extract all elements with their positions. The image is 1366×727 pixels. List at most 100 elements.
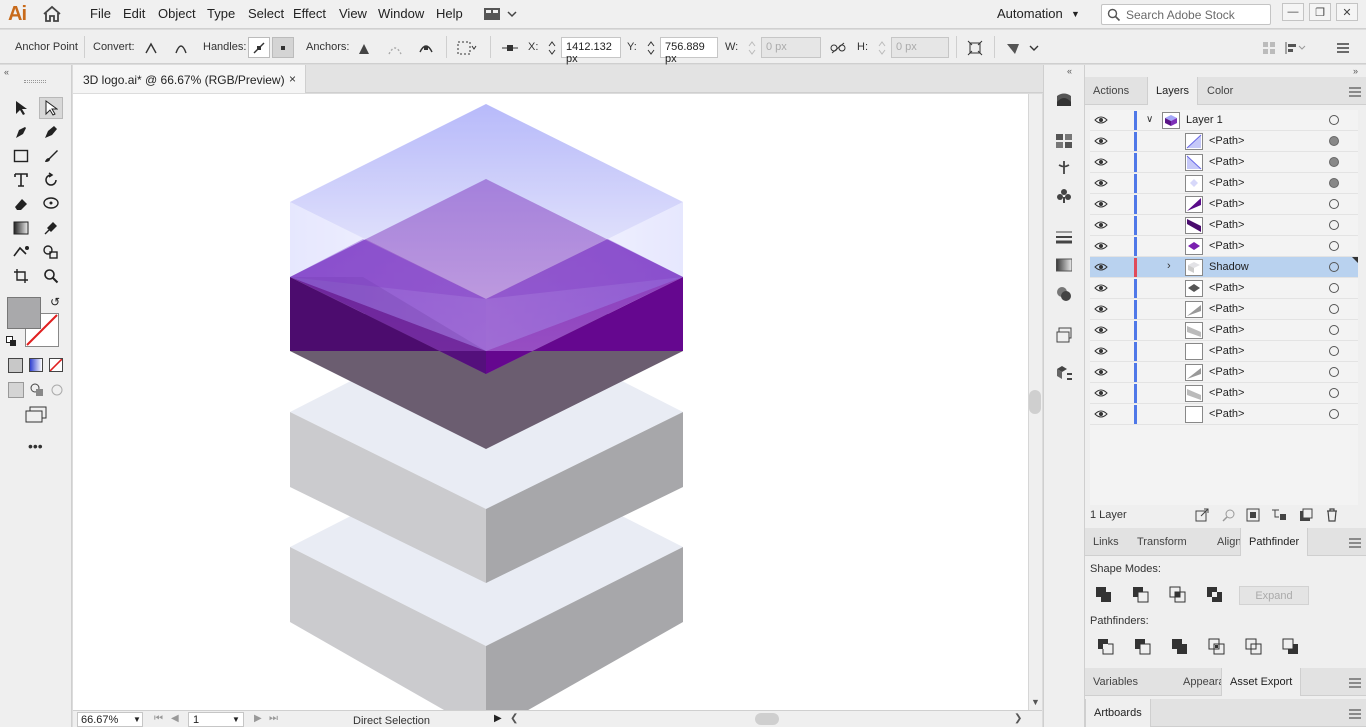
convert-corner-icon[interactable] <box>140 37 162 58</box>
screen-mode-icon[interactable] <box>25 406 47 424</box>
visibility-eye-icon[interactable] <box>1094 345 1108 357</box>
layer-target-icon[interactable] <box>1329 115 1339 125</box>
stroke-icon[interactable] <box>1054 227 1074 247</box>
chevron-down-icon[interactable] <box>1026 37 1042 58</box>
layer-row[interactable]: <Path> <box>1090 194 1358 215</box>
locate-object-icon[interactable] <box>1222 508 1236 522</box>
outline-icon[interactable] <box>1245 638 1263 656</box>
visibility-eye-icon[interactable] <box>1094 303 1108 315</box>
document-tab-title[interactable]: 3D logo.ai* @ 66.67% (RGB/Preview) <box>83 73 285 87</box>
visibility-eye-icon[interactable] <box>1094 387 1108 399</box>
layer-row[interactable]: <Path> <box>1090 362 1358 383</box>
layer-row[interactable]: <Path> <box>1090 341 1358 362</box>
status-menu-icon[interactable]: ▶ <box>494 713 502 724</box>
crop-icon[interactable] <box>1208 638 1226 656</box>
visibility-eye-icon[interactable] <box>1094 114 1108 126</box>
align-grid-icon[interactable] <box>1258 37 1280 58</box>
layer-target-icon[interactable] <box>1329 199 1339 209</box>
layer-target-icon[interactable] <box>1329 388 1339 398</box>
layer-name[interactable]: <Path> <box>1209 345 1244 357</box>
gradient-mode-icon[interactable] <box>29 358 43 372</box>
tab-asset-export[interactable]: Asset Export <box>1221 668 1302 696</box>
tab-pathfinder[interactable]: Pathfinder <box>1240 528 1309 556</box>
visibility-eye-icon[interactable] <box>1094 261 1108 273</box>
layer-name[interactable]: <Path> <box>1209 303 1244 315</box>
blend-tool-icon[interactable] <box>9 241 33 263</box>
layers-menu-icon[interactable] <box>1349 86 1361 97</box>
layer-target-icon[interactable] <box>1329 262 1339 272</box>
connect-anchors-icon[interactable] <box>384 37 406 58</box>
minus-front-icon[interactable] <box>1132 586 1150 604</box>
tab-transform[interactable]: Transform <box>1129 528 1195 556</box>
visibility-eye-icon[interactable] <box>1094 219 1108 231</box>
toolbar-grip[interactable] <box>24 80 46 83</box>
menu-edit[interactable]: Edit <box>123 6 145 21</box>
h-stepper-icon[interactable] <box>874 37 890 58</box>
visibility-eye-icon[interactable] <box>1094 177 1108 189</box>
cut-path-icon[interactable] <box>415 37 437 58</box>
rotate-tool-icon[interactable] <box>39 169 63 191</box>
layer-row[interactable]: <Path> <box>1090 278 1358 299</box>
puppet-warp-tool-icon[interactable] <box>39 193 63 215</box>
layer-row[interactable]: <Path> <box>1090 320 1358 341</box>
visibility-eye-icon[interactable] <box>1094 198 1108 210</box>
menu-type[interactable]: Type <box>207 6 235 21</box>
rectangle-tool-icon[interactable] <box>9 145 33 167</box>
curvature-tool-icon[interactable] <box>39 121 63 143</box>
reference-point-icon[interactable] <box>499 37 521 58</box>
layer-row[interactable]: <Path> <box>1090 173 1358 194</box>
3d-logo-artwork[interactable] <box>73 94 1028 710</box>
layer-target-icon[interactable] <box>1329 157 1339 167</box>
layer-name[interactable]: <Path> <box>1209 135 1244 147</box>
first-artboard-icon[interactable]: ⏮ <box>154 713 163 724</box>
chevron-right-icon[interactable]: › <box>1167 260 1171 272</box>
tab-color[interactable]: Color <box>1199 77 1241 105</box>
zoom-tool-icon[interactable] <box>39 265 63 287</box>
unite-icon[interactable] <box>1095 586 1113 604</box>
selection-tool-icon[interactable] <box>9 97 33 119</box>
asset-export-panel-icon[interactable] <box>1054 363 1074 383</box>
visibility-eye-icon[interactable] <box>1094 366 1108 378</box>
layer-name[interactable]: <Path> <box>1209 282 1244 294</box>
layer-name[interactable]: <Path> <box>1209 156 1244 168</box>
x-input[interactable]: 1412.132 px <box>561 37 621 65</box>
chevron-down-icon[interactable]: ∨ <box>1146 114 1153 125</box>
constrain-proportions-icon[interactable] <box>827 37 849 58</box>
tab-layers[interactable]: Layers <box>1147 77 1199 105</box>
home-icon[interactable] <box>42 5 62 23</box>
swatches-icon[interactable] <box>1054 131 1074 151</box>
menu-effect[interactable]: Effect <box>293 6 326 21</box>
close-tab-icon[interactable]: × <box>289 72 296 86</box>
show-handles-icon[interactable] <box>248 37 270 58</box>
more-tools-icon[interactable]: ••• <box>28 438 43 454</box>
arrange-documents-icon[interactable] <box>484 7 520 21</box>
last-artboard-icon[interactable]: ⏭ <box>269 713 278 724</box>
layer-target-icon[interactable] <box>1329 346 1339 356</box>
visibility-eye-icon[interactable] <box>1094 156 1108 168</box>
layer-name[interactable]: <Path> <box>1209 366 1244 378</box>
expand-button[interactable]: Expand <box>1239 586 1309 605</box>
gradient-tool-icon[interactable] <box>9 217 33 239</box>
isolate-icon[interactable] <box>456 37 478 58</box>
scroll-left-icon[interactable]: ❮ <box>510 713 518 724</box>
layer-target-icon[interactable] <box>1329 178 1339 188</box>
next-artboard-icon[interactable]: ▶ <box>254 713 262 724</box>
puppet-warp-icon[interactable] <box>1002 37 1024 58</box>
h-input[interactable]: 0 px <box>891 37 949 58</box>
artboards-menu-icon[interactable] <box>1349 708 1361 719</box>
minus-back-icon[interactable] <box>1282 638 1300 656</box>
menu-select[interactable]: Select <box>248 6 284 21</box>
visibility-eye-icon[interactable] <box>1094 324 1108 336</box>
tab-links[interactable]: Links <box>1085 528 1127 556</box>
visibility-eye-icon[interactable] <box>1094 135 1108 147</box>
layer-name[interactable]: <Path> <box>1209 240 1244 252</box>
layer-row[interactable]: <Path> <box>1090 236 1358 257</box>
layer-row[interactable]: <Path> <box>1090 383 1358 404</box>
collapse-dock-icon[interactable]: « <box>1067 66 1072 76</box>
menu-file[interactable]: File <box>90 6 111 21</box>
create-layer-icon[interactable] <box>1299 508 1313 522</box>
visibility-eye-icon[interactable] <box>1094 282 1108 294</box>
trash-icon[interactable] <box>1325 508 1339 522</box>
draw-inside-icon[interactable] <box>50 383 64 397</box>
tab-artboards[interactable]: Artboards <box>1085 699 1151 727</box>
